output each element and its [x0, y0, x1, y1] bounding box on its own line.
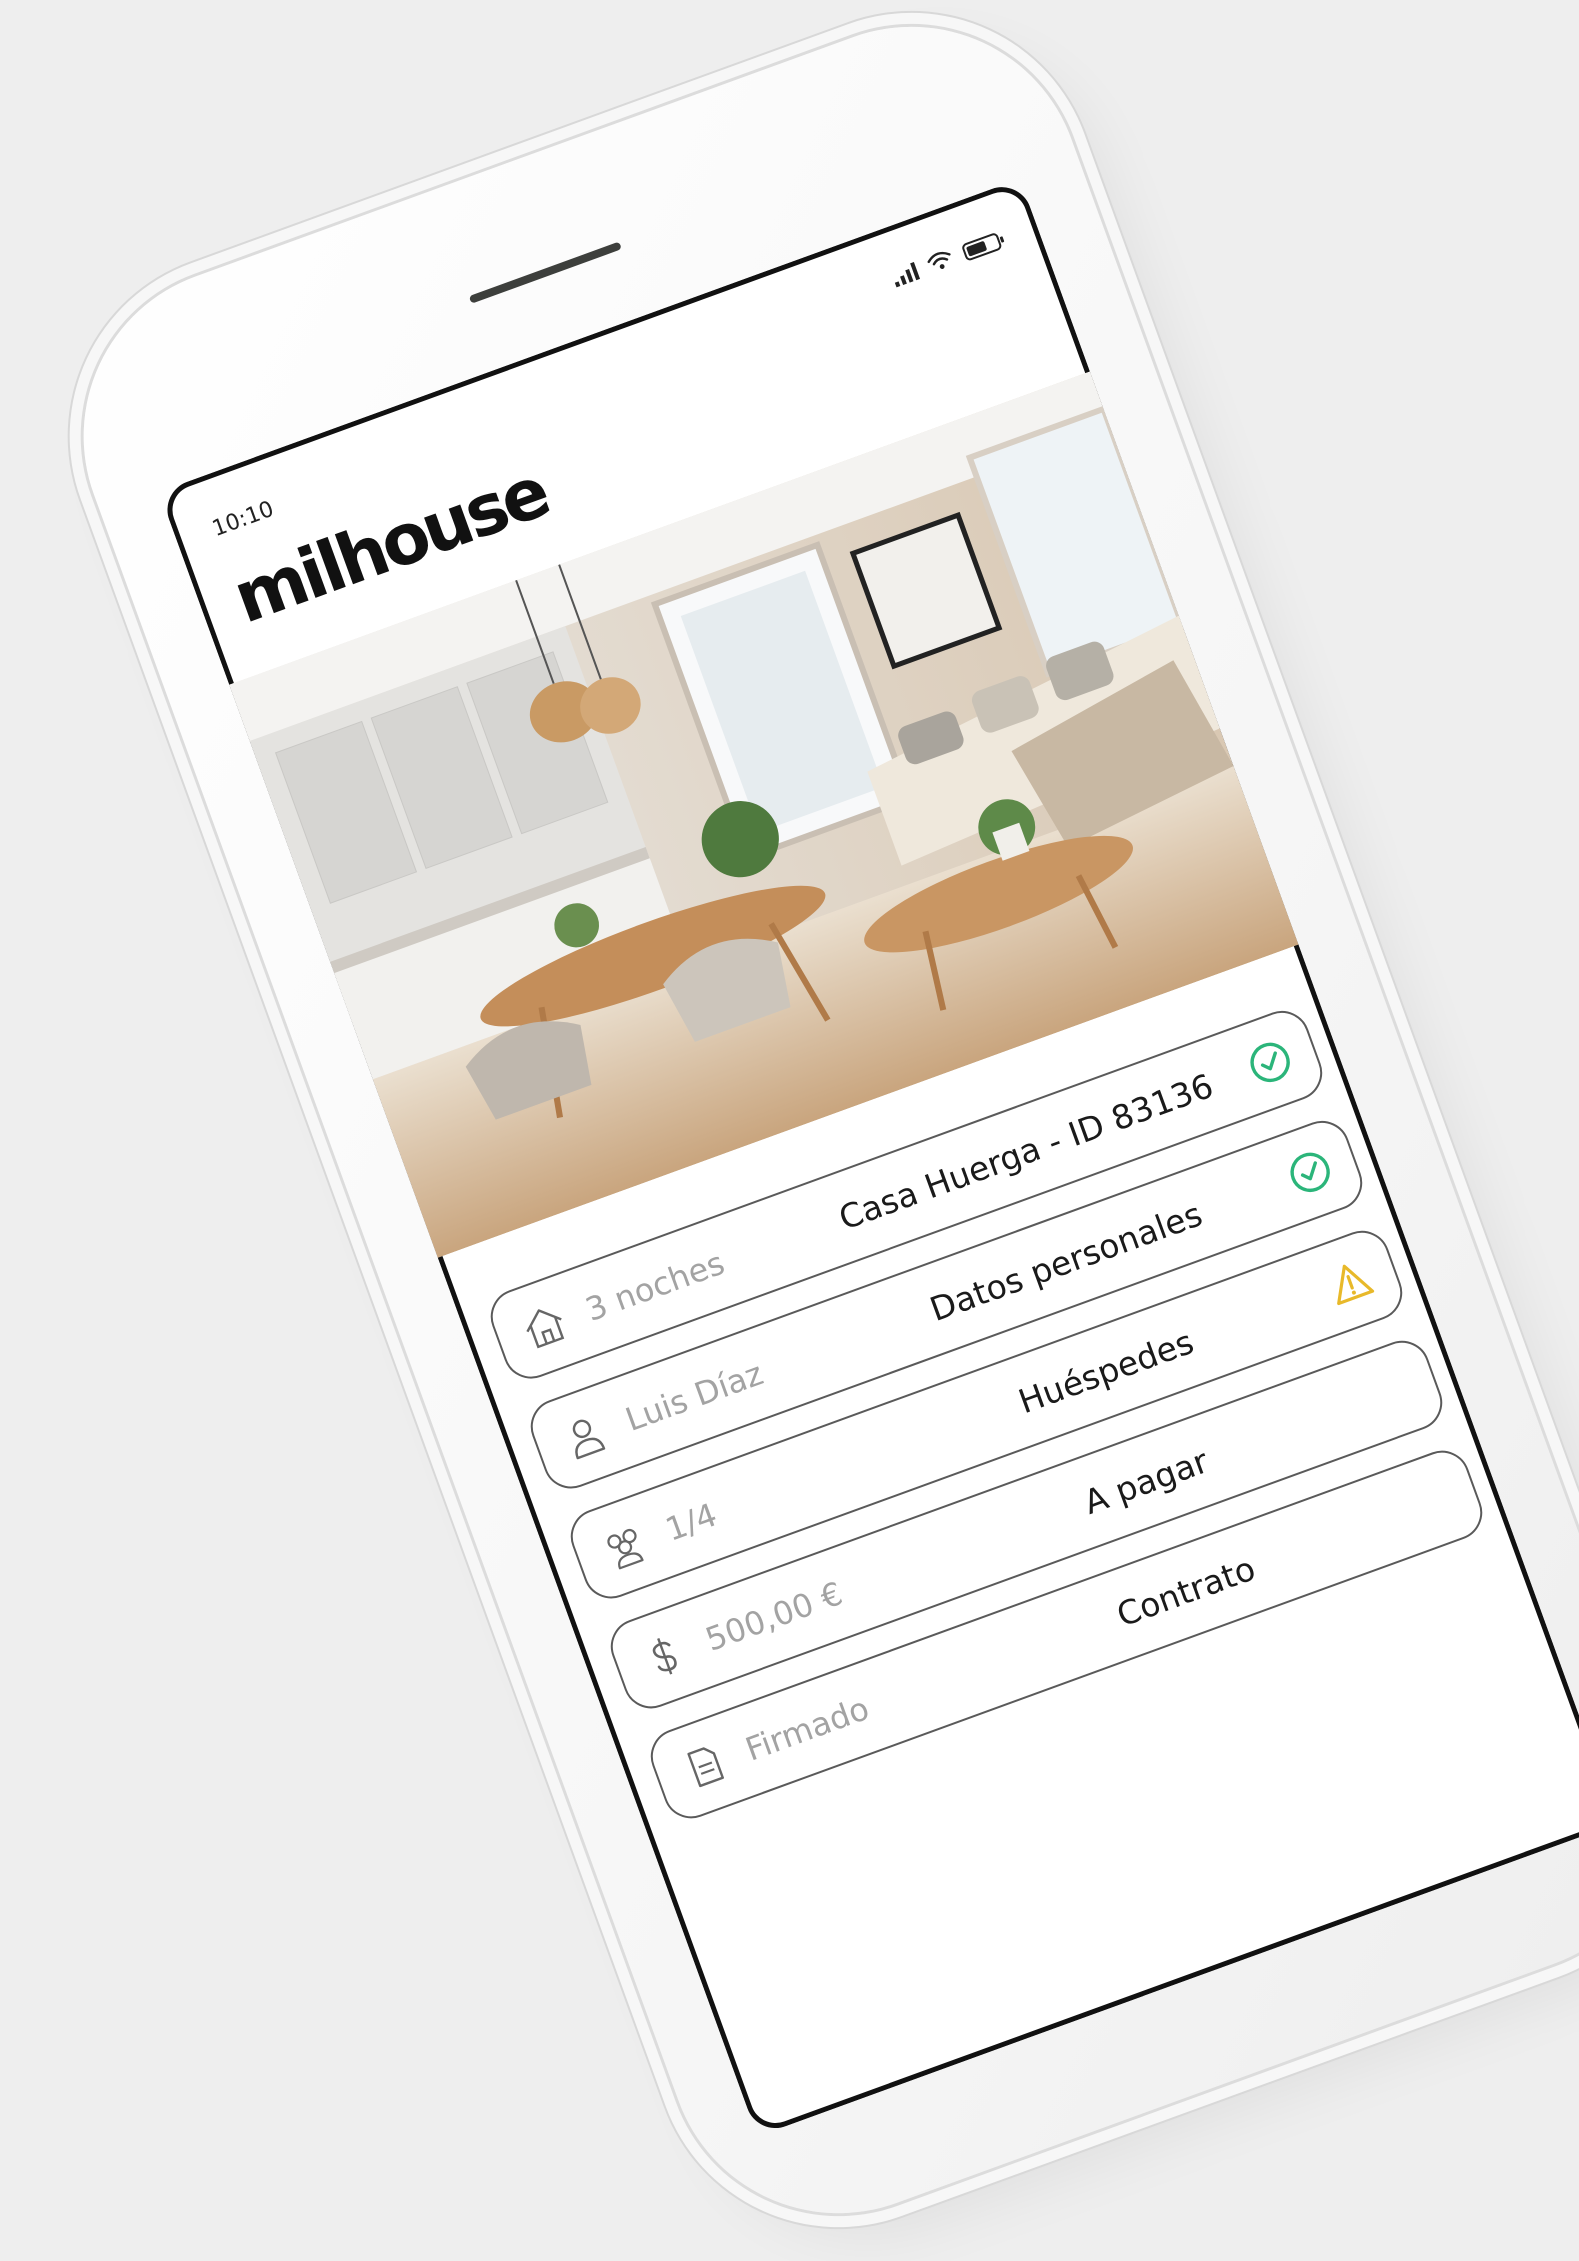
signal-icon — [890, 261, 921, 288]
item-value: Luis Díaz — [620, 1354, 769, 1439]
battery-icon — [960, 231, 1003, 262]
wifi-icon — [927, 251, 951, 269]
dollar-icon — [652, 1637, 677, 1675]
phone-screen: 10:10 milhouse 3 noches Casa Huerga - ID… — [159, 178, 1579, 2137]
phone-mockup: 10:10 milhouse 3 noches Casa Huerga - ID… — [35, 0, 1579, 2261]
user-icon — [572, 1419, 606, 1460]
users-icon — [607, 1528, 644, 1570]
house-icon — [526, 1309, 565, 1349]
phone-speaker — [468, 241, 622, 304]
status-time: 10:10 — [209, 496, 278, 542]
item-value: Firmado — [740, 1689, 875, 1769]
document-icon — [687, 1747, 724, 1788]
status-icons — [890, 230, 1003, 288]
item-value: 1/4 — [660, 1495, 722, 1549]
item-value: 500,00 € — [700, 1574, 848, 1659]
item-value: 3 noches — [580, 1243, 730, 1329]
